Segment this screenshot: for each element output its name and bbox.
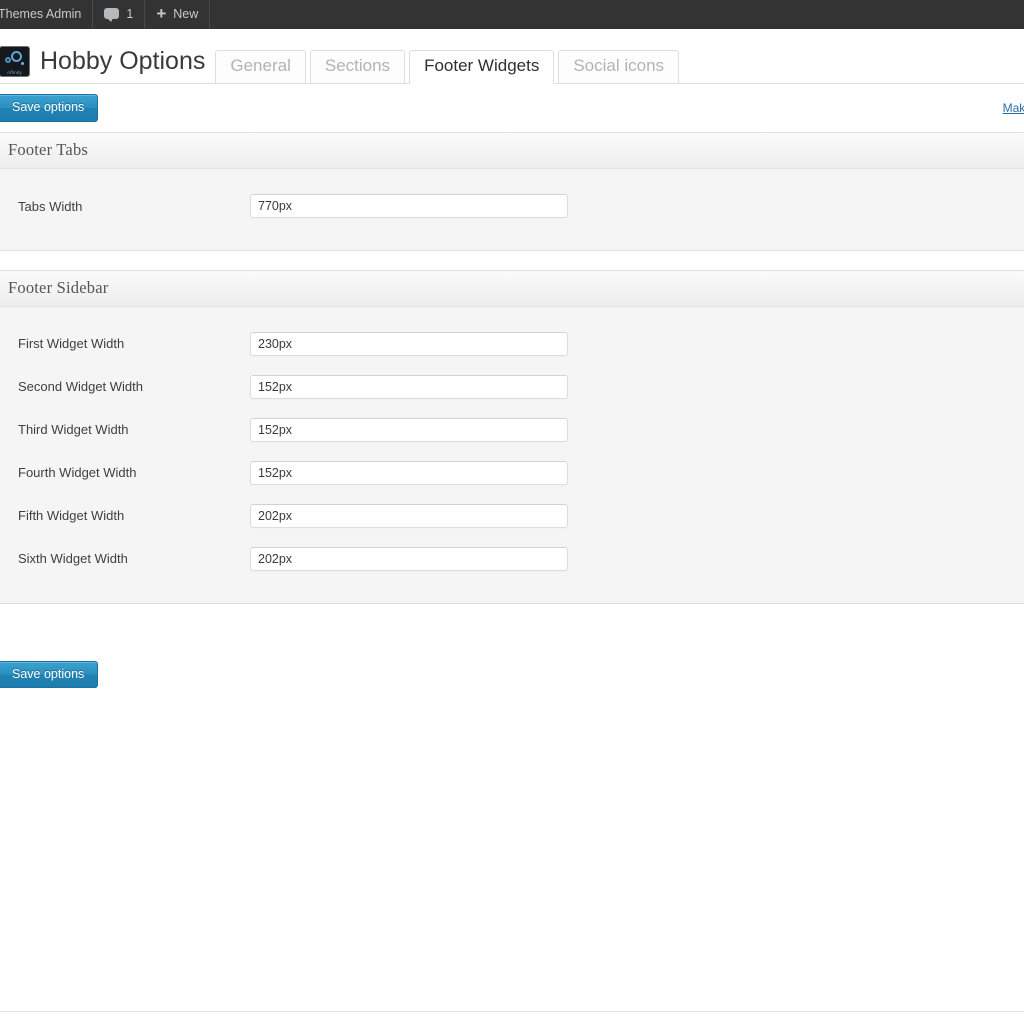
options-header: Affinity Hobby Options General Sections … bbox=[0, 29, 1024, 84]
panel-footer-tabs: Footer Tabs Tabs Width bbox=[0, 132, 1024, 251]
field-row-tabs-width: Tabs Width bbox=[0, 185, 1024, 228]
label-second-widget-width: Second Widget Width bbox=[18, 379, 144, 395]
options-tabs: General Sections Footer Widgets Social i… bbox=[215, 50, 680, 84]
panel-footer-tabs-header: Footer Tabs bbox=[0, 133, 1024, 169]
tab-sections[interactable]: Sections bbox=[309, 50, 406, 84]
input-second-widget-width[interactable] bbox=[250, 375, 568, 400]
label-third-widget-width: Third Widget Width bbox=[18, 422, 129, 438]
bottom-toolbar: Save options bbox=[0, 622, 1024, 689]
field-row-third-widget-width: Third Widget Width bbox=[0, 409, 1024, 452]
label-tabs-width: Tabs Width bbox=[18, 198, 83, 214]
page-footer: Created by AIT Themes. Powered by WordPr… bbox=[0, 1011, 1024, 1024]
input-sixth-widget-width[interactable] bbox=[250, 547, 568, 572]
make-new-screenshot-link[interactable]: Make n bbox=[1003, 101, 1024, 115]
tab-footer-widgets[interactable]: Footer Widgets bbox=[409, 50, 555, 84]
page-title: Hobby Options bbox=[40, 47, 206, 75]
adminbar-site-name-label: Themes Admin bbox=[0, 7, 82, 22]
plus-icon: + bbox=[156, 4, 167, 23]
tab-general[interactable]: General bbox=[215, 50, 306, 84]
comment-bubble-icon bbox=[104, 7, 120, 22]
panel-footer-sidebar-body: First Widget Width Second Widget Width T… bbox=[0, 306, 1024, 603]
panel-footer-tabs-title: Footer Tabs bbox=[8, 140, 89, 159]
panel-footer-tabs-body: Tabs Width bbox=[0, 168, 1024, 250]
input-tabs-width[interactable] bbox=[250, 194, 568, 219]
panel-footer-sidebar: Footer Sidebar First Widget Width Second… bbox=[0, 269, 1024, 604]
field-row-first-widget-width: First Widget Width bbox=[0, 323, 1024, 366]
panel-footer-sidebar-title: Footer Sidebar bbox=[8, 277, 109, 297]
label-fourth-widget-width: Fourth Widget Width bbox=[18, 465, 137, 481]
input-first-widget-width[interactable] bbox=[250, 332, 568, 357]
label-sixth-widget-width: Sixth Widget Width bbox=[18, 551, 128, 567]
input-fifth-widget-width[interactable] bbox=[250, 504, 568, 529]
save-options-button-top[interactable]: Save options bbox=[0, 94, 99, 122]
label-fifth-widget-width: Fifth Widget Width bbox=[18, 508, 125, 524]
field-row-sixth-widget-width: Sixth Widget Width bbox=[0, 538, 1024, 581]
ait-affinity-logo-icon: Affinity bbox=[0, 46, 30, 77]
wp-admin-bar: Themes Admin 1 + New bbox=[0, 0, 1024, 29]
logo-caption: Affinity bbox=[6, 70, 23, 75]
top-toolbar: Save options Make n bbox=[0, 84, 1024, 132]
adminbar-comments-count: 1 bbox=[126, 7, 134, 22]
field-row-fifth-widget-width: Fifth Widget Width bbox=[0, 495, 1024, 538]
field-row-fourth-widget-width: Fourth Widget Width bbox=[0, 452, 1024, 495]
adminbar-site-name[interactable]: Themes Admin bbox=[0, 0, 94, 29]
adminbar-new-label: New bbox=[173, 7, 199, 22]
adminbar-new-content[interactable]: + New bbox=[145, 0, 211, 29]
input-fourth-widget-width[interactable] bbox=[250, 461, 568, 486]
tab-social-icons[interactable]: Social icons bbox=[558, 50, 680, 84]
adminbar-spacer bbox=[210, 0, 1024, 29]
save-options-button-bottom[interactable]: Save options bbox=[0, 660, 99, 689]
label-first-widget-width: First Widget Width bbox=[18, 336, 125, 352]
input-third-widget-width[interactable] bbox=[250, 418, 568, 443]
panel-footer-sidebar-header: Footer Sidebar bbox=[0, 270, 1024, 307]
field-row-second-widget-width: Second Widget Width bbox=[0, 366, 1024, 409]
adminbar-comments[interactable]: 1 bbox=[93, 0, 146, 29]
